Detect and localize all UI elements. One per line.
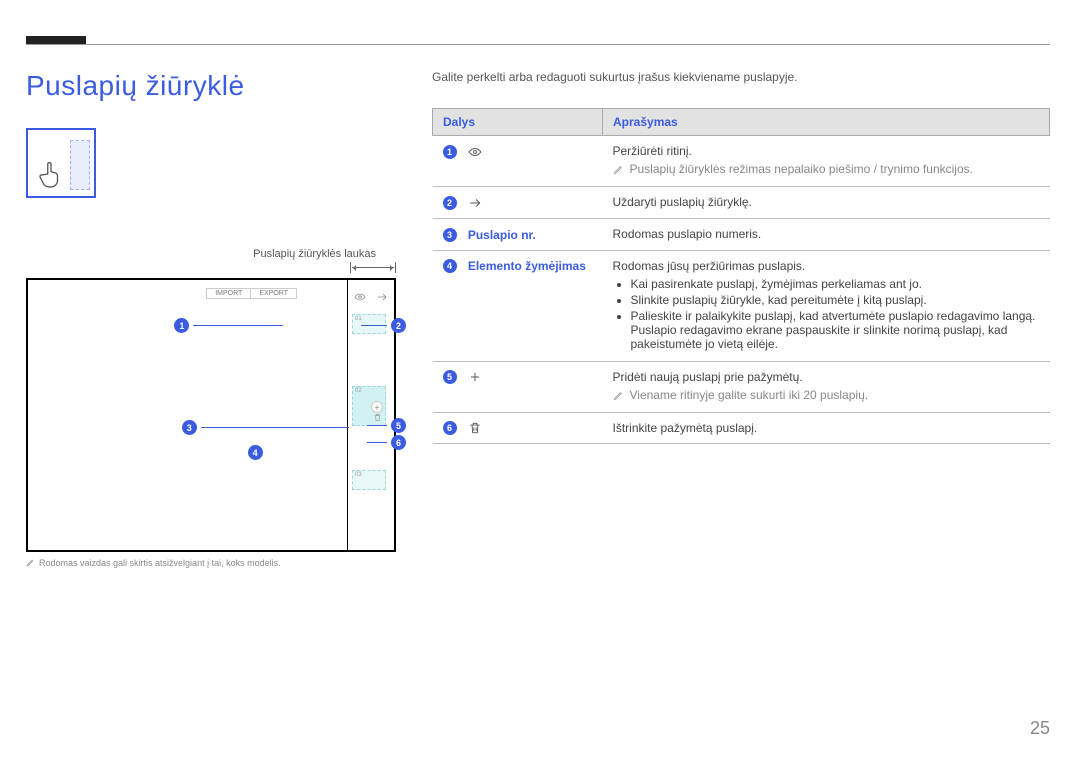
trash-icon xyxy=(468,421,482,435)
note: Viename ritinyje galite sukurti iki 20 p… xyxy=(613,388,1040,404)
callout-3: 3 xyxy=(182,420,349,435)
parts-table: Dalys Aprašymas 1 Peržiūrėti ritinį. xyxy=(432,108,1050,444)
page-number: 25 xyxy=(1030,718,1050,739)
callout-2: 2 xyxy=(361,318,406,333)
desc-text: Pridėti naują puslapį prie pažymėtų. xyxy=(613,370,1040,384)
header-rule xyxy=(26,44,1050,45)
bullet: Kai pasirenkate puslapį, žymėjimas perke… xyxy=(631,277,1040,291)
arrow-right-icon xyxy=(468,196,482,210)
row-number: 2 xyxy=(443,196,457,210)
left-column: Puslapių žiūryklė Puslapių žiūryklės lau… xyxy=(26,70,396,763)
gesture-panel xyxy=(70,140,90,190)
width-indicator xyxy=(26,262,396,276)
page-title: Puslapių žiūryklė xyxy=(26,70,396,102)
panel-top-icons xyxy=(348,290,394,308)
callout-5: 5 xyxy=(367,418,406,433)
gesture-caption: Puslapių žiūryklės laukas xyxy=(26,248,396,260)
callout-1: 1 xyxy=(174,318,283,333)
footnote-left: Rodomas vaizdas gali skirtis atsižvelgia… xyxy=(26,558,396,569)
row-label: Elemento žymėjimas xyxy=(468,259,586,273)
callout-6: 6 xyxy=(367,435,406,450)
hand-tap-icon xyxy=(38,158,64,192)
screenshot-diagram: IMPORT EXPORT 01 02 + xyxy=(26,278,396,552)
row-number: 3 xyxy=(443,228,457,242)
desc-text: Ištrinkite pažymėtą puslapį. xyxy=(613,421,1040,435)
intro-text: Galite perkelti arba redaguoti sukurtus … xyxy=(432,70,1050,84)
import-label: IMPORT xyxy=(207,289,250,298)
header-description: Aprašymas xyxy=(603,109,1050,136)
pen-icon xyxy=(613,162,624,178)
table-row: 2 Uždaryti puslapių žiūryklę. xyxy=(433,187,1050,219)
desc-text: Uždaryti puslapių žiūryklę. xyxy=(613,195,1040,209)
pen-icon xyxy=(26,558,35,569)
row-number: 4 xyxy=(443,259,457,273)
eye-icon xyxy=(468,145,482,159)
right-column: Galite perkelti arba redaguoti sukurtus … xyxy=(432,70,1050,763)
table-row: 4 Elemento žymėjimas Rodomas jūsų peržiū… xyxy=(433,250,1050,361)
bullet: Slinkite puslapių žiūrykle, kad pereitum… xyxy=(631,293,1040,307)
desc-bullets: Kai pasirenkate puslapį, žymėjimas perke… xyxy=(613,277,1040,351)
gesture-illustration xyxy=(26,128,96,198)
row-number: 6 xyxy=(443,421,457,435)
bullet: Palieskite ir palaikykite puslapį, kad a… xyxy=(631,309,1040,351)
row-number: 5 xyxy=(443,370,457,384)
export-label: EXPORT xyxy=(250,289,296,298)
page-thumb-3: 03 xyxy=(352,470,386,490)
row-label: Puslapio nr. xyxy=(468,228,536,242)
pen-icon xyxy=(613,388,624,404)
eye-icon xyxy=(354,290,366,308)
page-content: Puslapių žiūryklė Puslapių žiūryklės lau… xyxy=(26,70,1050,763)
table-row: 5 Pridėti naują puslapį prie pažymėtų. V… xyxy=(433,361,1050,412)
desc-text: Rodomas puslapio numeris. xyxy=(613,227,1040,241)
table-row: 1 Peržiūrėti ritinį. Puslapių žiūryklės … xyxy=(433,136,1050,187)
row-number: 1 xyxy=(443,145,457,159)
plus-icon xyxy=(468,370,482,384)
header-parts: Dalys xyxy=(433,109,603,136)
app-header-buttons: IMPORT EXPORT xyxy=(206,288,297,299)
arrow-right-icon xyxy=(376,290,388,308)
table-row: 6 Ištrinkite pažymėtą puslapį. xyxy=(433,412,1050,444)
desc-text: Rodomas jūsų peržiūrimas puslapis. xyxy=(613,259,1040,273)
table-row: 3 Puslapio nr. Rodomas puslapio numeris. xyxy=(433,218,1050,250)
desc-text: Peržiūrėti ritinį. xyxy=(613,144,1040,158)
callout-4: 4 xyxy=(248,445,263,460)
note: Puslapių žiūryklės režimas nepalaiko pie… xyxy=(613,162,1040,178)
